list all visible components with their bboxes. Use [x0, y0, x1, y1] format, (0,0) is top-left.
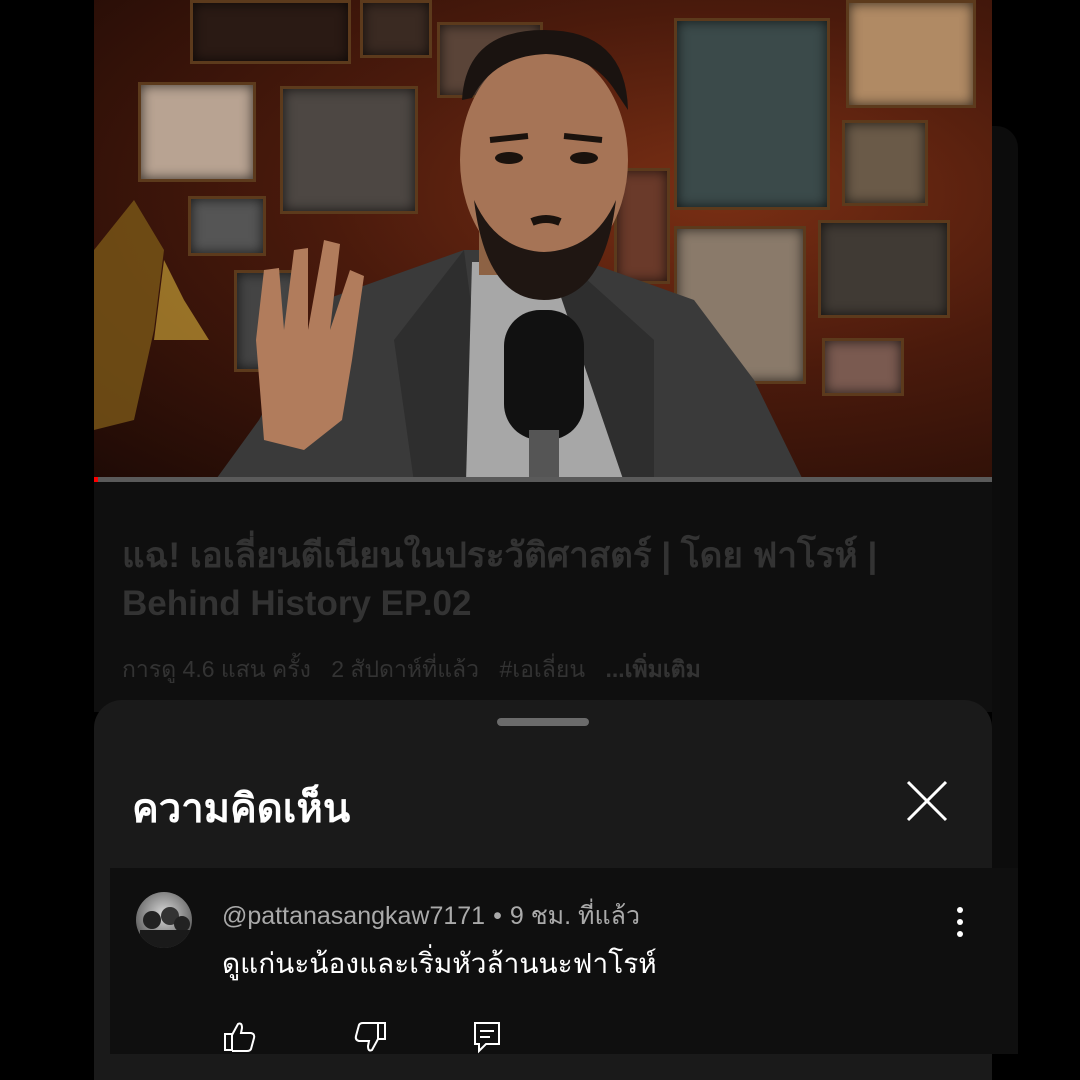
- avatar[interactable]: [136, 892, 192, 948]
- comment-time: 9 ชม. ที่แล้ว: [509, 902, 640, 930]
- video-title[interactable]: แฉ! เอเลี่ยนตีเนียนในประวัติศาสตร์ | โดย…: [122, 532, 972, 628]
- reply-icon: [474, 1022, 500, 1054]
- video-meta[interactable]: การดู 4.6 แสน ครั้ง 2 สัปดาห์ที่แล้ว #เอ…: [122, 652, 715, 688]
- video-player[interactable]: [94, 0, 992, 482]
- close-button[interactable]: [900, 774, 954, 828]
- comment-menu-button[interactable]: [948, 902, 972, 942]
- hashtag-link[interactable]: #เอเลี่ยน: [499, 656, 585, 682]
- like-button[interactable]: [222, 1020, 258, 1054]
- comments-list: @pattanasangkaw7171 • 9 ชม. ที่แล้ว ดูแก่น…: [110, 868, 1018, 1054]
- comments-title: ความคิดเห็น: [132, 787, 351, 831]
- video-info: แฉ! เอเลี่ยนตีเนียนในประวัติศาสตร์ | โดย…: [94, 482, 992, 712]
- meta-separator: •: [493, 902, 502, 930]
- more-vert-icon: [957, 907, 963, 937]
- dislike-icon: [354, 1022, 386, 1052]
- upload-time: 2 สัปดาห์ที่แล้ว: [331, 656, 480, 682]
- show-more-link[interactable]: ...เพิ่มเติม: [605, 656, 700, 682]
- reply-button[interactable]: [470, 1020, 506, 1054]
- dislike-button[interactable]: [352, 1020, 388, 1054]
- close-icon: [906, 780, 948, 822]
- presenter-figure: [94, 30, 804, 482]
- view-count: การดู 4.6 แสน ครั้ง: [122, 656, 311, 682]
- avatar-image: [140, 907, 190, 948]
- comment-meta: @pattanasangkaw7171 • 9 ชม. ที่แล้ว: [222, 896, 640, 936]
- comment-text: ดูแก่นะน้องและเริ่มหัวล้านนะฟาโรห์: [222, 948, 657, 979]
- like-icon: [224, 1022, 256, 1052]
- comment-author[interactable]: @pattanasangkaw7171: [222, 902, 485, 930]
- drag-handle[interactable]: [497, 718, 589, 726]
